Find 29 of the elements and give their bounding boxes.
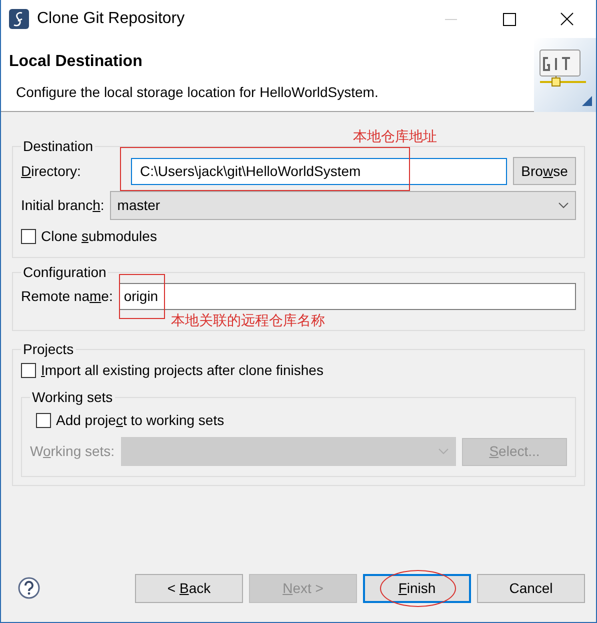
annotation-text: 本地关联的远程仓库名称 (171, 312, 326, 328)
checkbox-label[interactable]: Clone submodules (41, 226, 157, 247)
field-label: Working sets: (30, 442, 115, 461)
checkbox[interactable] (21, 363, 36, 378)
checkbox[interactable] (21, 229, 36, 244)
field-label: Directory: (21, 162, 82, 181)
annotation-text: 本地仓库地址 (353, 128, 437, 144)
finish-button[interactable]: Finish (363, 574, 471, 602)
page-description: Configure the local storage location for HelloWorldSystem. (16, 83, 380, 102)
browse-button[interactable]: Browse (513, 157, 576, 185)
highlight-box (118, 274, 166, 319)
page-title: Local Destination (9, 52, 144, 72)
field-label: Initial branch: (21, 196, 104, 215)
directory-field[interactable]: C:\Users\jack\git\HelloWorldSystem (131, 158, 507, 184)
checkbox-label[interactable]: Import all existing projects after clone finishes (41, 360, 324, 381)
checkbox-label[interactable]: Add project to working sets (56, 410, 224, 431)
chevron-icon (558, 202, 569, 209)
close-icon[interactable] (560, 12, 574, 26)
branch-dropdown[interactable]: master (110, 191, 576, 220)
back-button[interactable]: < Back (135, 574, 243, 602)
field-label: Remote name: (21, 287, 113, 306)
cancel-button[interactable]: Cancel (477, 574, 585, 602)
help-icon[interactable] (18, 577, 40, 599)
maximize-icon[interactable] (502, 12, 516, 26)
chevron-icon (438, 448, 449, 455)
app-icon (9, 9, 29, 29)
window-title: Clone Git Repository (37, 9, 186, 29)
remote-name-field[interactable]: origin (118, 283, 576, 310)
checkbox[interactable] (36, 413, 51, 428)
